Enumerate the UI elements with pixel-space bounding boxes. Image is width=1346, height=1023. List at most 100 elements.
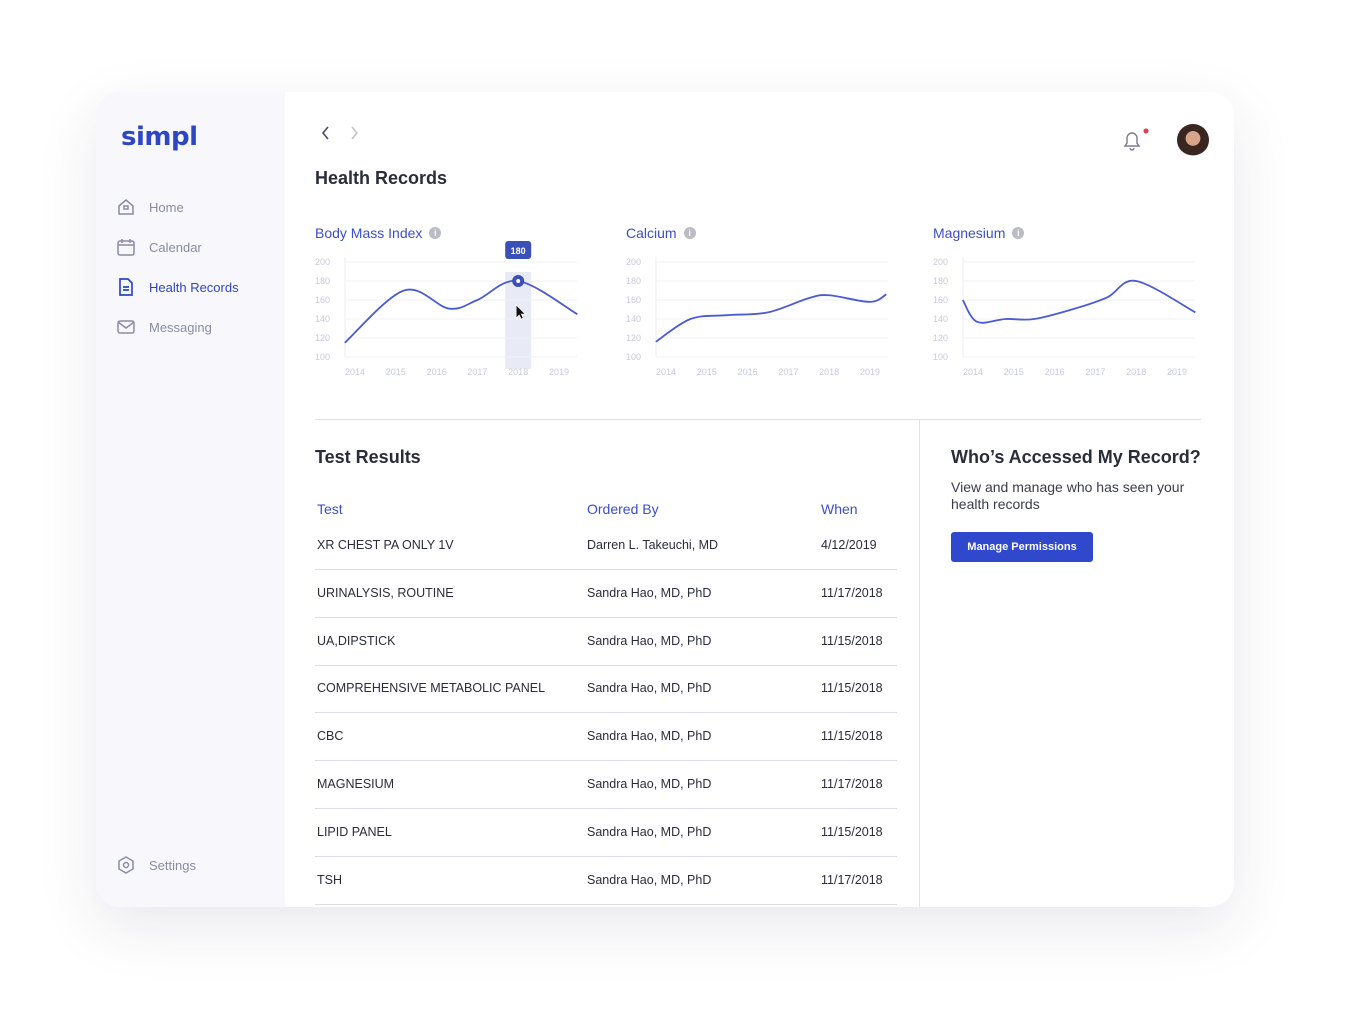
test-name: MAGNESIUM [317, 777, 395, 791]
column-header-ordered-by[interactable]: Ordered By [587, 501, 659, 517]
app-window: simpl Home Calendar Health Records Messa… [96, 92, 1234, 907]
x-tick-label: 2015 [697, 367, 717, 377]
series-line [344, 280, 578, 344]
mail-icon [117, 320, 135, 334]
test-name: UA,DIPSTICK [317, 633, 396, 648]
x-tick-label: 2018 [819, 367, 839, 377]
x-tick-label: 2019 [860, 367, 880, 377]
y-tick-label: 180 [626, 276, 641, 286]
chart-title-calcium: Calcium i [626, 225, 696, 241]
divider [919, 420, 920, 907]
series-line [655, 293, 887, 343]
ordered-by: Sandra Hao, MD, PhD [587, 585, 712, 600]
x-tick-label: 2016 [1045, 367, 1065, 377]
y-tick-label: 120 [315, 333, 330, 343]
series-line [962, 279, 1196, 324]
avatar[interactable] [1177, 124, 1209, 156]
table-row[interactable]: CBC Sandra Hao, MD, PhD 11/15/2018 [315, 713, 897, 762]
info-icon[interactable]: i [683, 227, 696, 239]
when: 11/15/2018 [821, 824, 883, 839]
x-tick-label: 2014 [656, 367, 676, 377]
info-icon[interactable]: i [1012, 227, 1025, 239]
chart-title-bmi: Body Mass Index i [315, 225, 442, 241]
manage-permissions-button[interactable]: Manage Permissions [951, 532, 1093, 562]
test-name: CBC [317, 729, 344, 744]
sidebar: simpl Home Calendar Health Records Messa… [96, 92, 285, 907]
calcium-chart[interactable]: 200 180 160 140 120 100 2014 2015 2016 2017 2018 20… [626, 247, 906, 377]
y-tick-label: 200 [315, 257, 330, 267]
test-results-title: Test Results [315, 447, 421, 467]
when: 11/15/2018 [821, 633, 883, 648]
x-tick-label: 2016 [738, 367, 758, 377]
table-row[interactable]: URINALYSIS, ROUTINE Sandra Hao, MD, PhD 11… [315, 570, 897, 618]
x-tick-label: 2017 [467, 367, 487, 377]
y-tick-label: 160 [626, 295, 641, 305]
chart-title: Body Mass Index [315, 225, 423, 241]
test-name: LIPID PANEL [317, 824, 392, 839]
ordered-by: Sandra Hao, MD, PhD [587, 824, 712, 839]
y-tick-label: 140 [626, 314, 641, 324]
ordered-by: Darren L. Takeuchi, MD [587, 538, 719, 552]
table-row[interactable]: TSH Sandra Hao, MD, PhD 11/17/2018 [315, 857, 897, 905]
x-tick-label: 2018 [1126, 367, 1146, 377]
sidebar-item-messaging[interactable]: Messaging [116, 317, 212, 337]
info-icon[interactable]: i [429, 227, 442, 239]
notification-dot [1143, 128, 1149, 134]
when: 11/17/2018 [821, 777, 883, 791]
x-tick-label: 2017 [1085, 367, 1105, 377]
y-tick-label: 120 [626, 333, 641, 343]
logo: simpl [121, 122, 198, 152]
sidebar-item-label: Calendar [149, 239, 202, 255]
bell-icon[interactable] [1122, 128, 1152, 154]
y-tick-label: 180 [933, 276, 948, 286]
forward-arrow-icon[interactable] [351, 126, 358, 140]
table-row[interactable]: LIPID PANEL Sandra Hao, MD, PhD 11/15/2018 [315, 809, 897, 857]
column-header-when[interactable]: When [821, 501, 858, 517]
chart-title: Calcium [626, 225, 677, 241]
sidebar-item-settings[interactable]: Settings [116, 855, 196, 875]
x-tick-label: 2014 [345, 367, 365, 377]
when: 11/17/2018 [821, 585, 883, 600]
sidebar-item-health-records[interactable]: Health Records [116, 277, 239, 297]
bmi-chart[interactable]: 200 180 160 140 120 100 2014 2015 2016 2017 2018 20… [315, 241, 595, 377]
y-tick-label: 180 [315, 276, 330, 286]
page-title: Health Records [315, 168, 448, 188]
sidebar-item-label: Home [149, 199, 184, 215]
when: 11/17/2018 [821, 872, 883, 887]
magnesium-chart[interactable]: 200 180 160 140 120 100 2014 2015 2016 2017 2018 20… [933, 247, 1213, 377]
test-name: URINALYSIS, ROUTINE [317, 585, 454, 600]
settings-label: Settings [149, 857, 196, 873]
x-tick-label: 2016 [427, 367, 447, 377]
y-tick-label: 140 [315, 314, 330, 324]
ordered-by: Sandra Hao, MD, PhD [587, 729, 712, 744]
test-name: XR CHEST PA ONLY 1V [317, 538, 454, 552]
sidebar-item-calendar[interactable]: Calendar [116, 237, 202, 257]
back-arrow-icon[interactable] [321, 126, 329, 140]
y-tick-label: 100 [933, 352, 948, 362]
y-tick-label: 100 [626, 352, 641, 362]
table-row[interactable]: COMPREHENSIVE METABOLIC PANEL Sandra Hao,… [315, 665, 897, 714]
table-row[interactable]: UA,DIPSTICK Sandra Hao, MD, PhD 11/15/2018 [315, 618, 897, 666]
table-row[interactable]: XR CHEST PA ONLY 1V Darren L. Takeuchi, M… [315, 522, 897, 570]
ordered-by: Sandra Hao, MD, PhD [587, 681, 712, 696]
x-tick-label: 2017 [778, 367, 798, 377]
column-header-test[interactable]: Test [317, 501, 343, 517]
x-tick-label: 2019 [549, 367, 569, 377]
test-name: COMPREHENSIVE METABOLIC PANEL [317, 681, 546, 696]
sidebar-item-home[interactable]: Home [116, 197, 184, 217]
x-tick-label: 2018 [508, 367, 528, 377]
access-description: View and manage who has seen your health… [951, 479, 1185, 512]
x-tick-label: 2019 [1167, 367, 1187, 377]
access-title: Who’s Accessed My Record? [951, 447, 1201, 467]
highlight-point-center [516, 279, 521, 283]
table-row[interactable]: MAGNESIUM Sandra Hao, MD, PhD 11/17/2018 [315, 761, 897, 809]
nav-arrows [321, 126, 358, 140]
chart-title-magnesium: Magnesium i [933, 225, 1025, 241]
x-tick-label: 2015 [1004, 367, 1024, 377]
y-tick-label: 200 [626, 257, 641, 267]
settings-icon [118, 856, 134, 874]
tooltip-value: 180 [511, 246, 526, 256]
y-tick-label: 160 [315, 295, 330, 305]
ordered-by: Sandra Hao, MD, PhD [587, 872, 712, 887]
ordered-by: Sandra Hao, MD, PhD [587, 777, 712, 791]
